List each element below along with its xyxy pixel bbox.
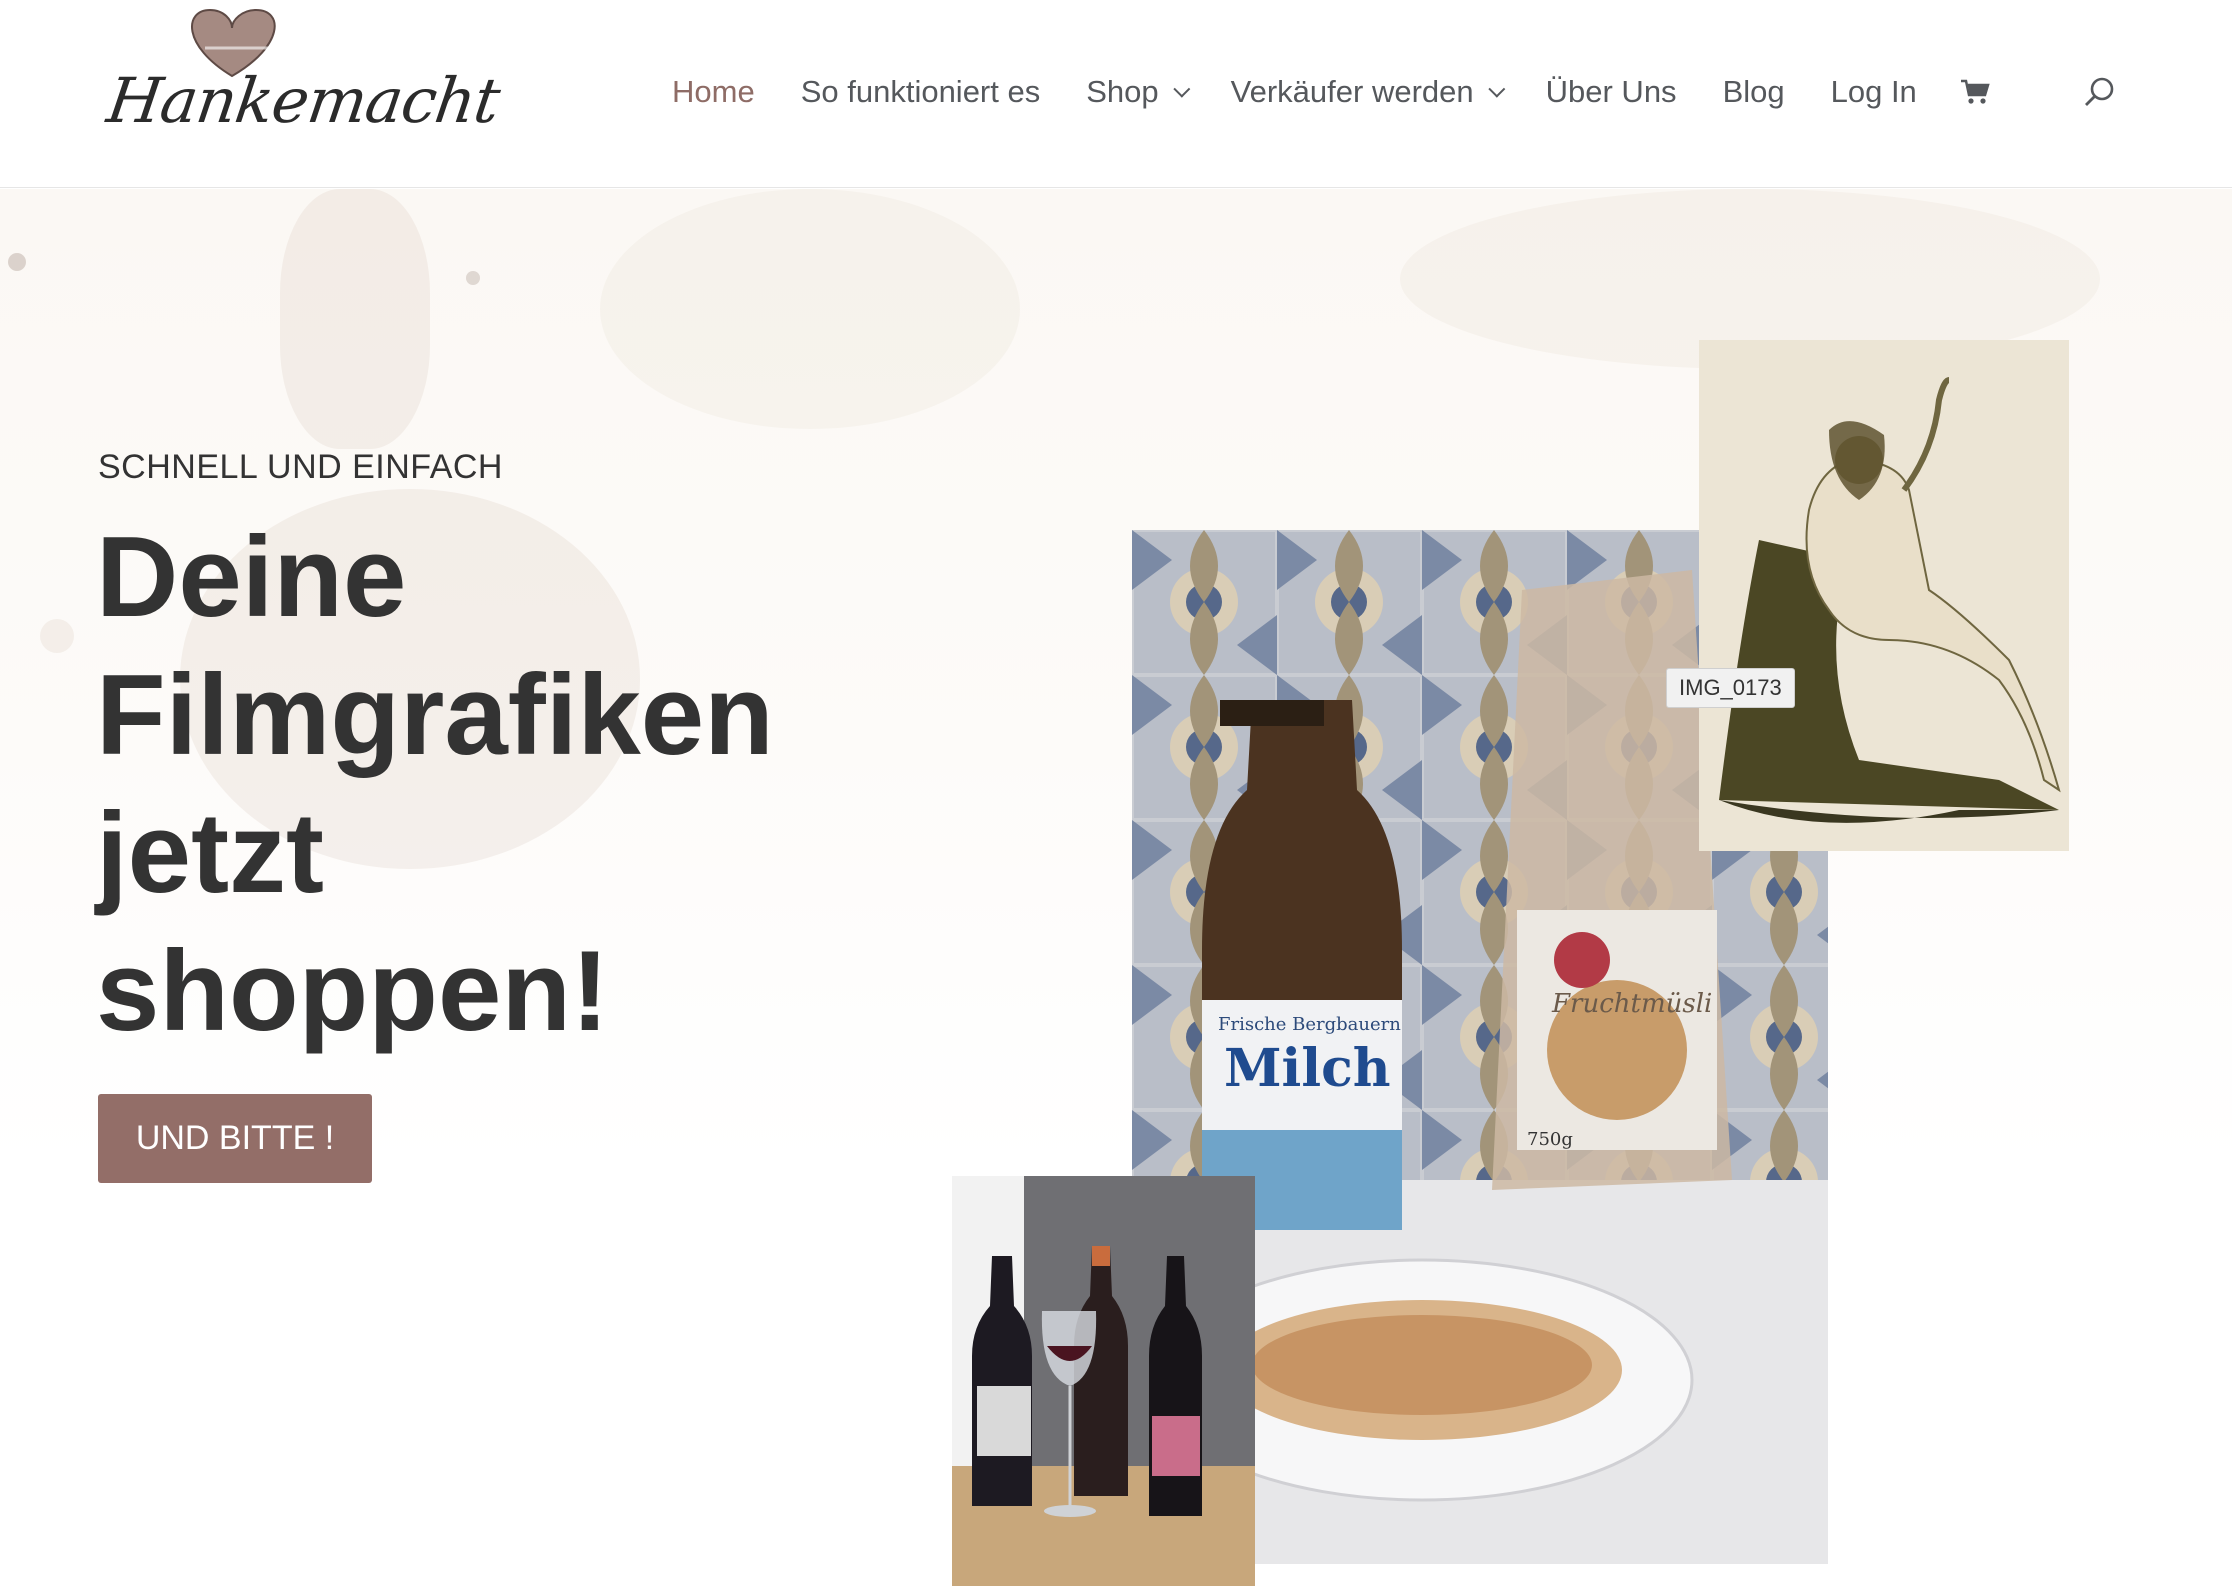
nav-shop[interactable]: Shop xyxy=(1086,74,1190,110)
nav-verkaeufer-werden[interactable]: Verkäufer werden xyxy=(1230,74,1505,110)
nav-blog-label: Blog xyxy=(1722,74,1785,109)
chevron-down-icon xyxy=(1172,80,1190,98)
milk-label-small: Frische Bergbauern xyxy=(1218,1014,1401,1035)
search-icon[interactable] xyxy=(2079,72,2119,112)
background-splash xyxy=(8,253,26,271)
hero-headline: Deine Filmgrafiken jetzt shoppen! xyxy=(96,509,856,1061)
headline-line: Filmgrafiken xyxy=(96,652,774,779)
nav-shop-label: Shop xyxy=(1086,74,1159,109)
milk-label-big: Milch xyxy=(1224,1038,1391,1099)
headline-line: jetzt xyxy=(96,790,324,917)
main-nav: Home So funktioniert es Shop Verkäufer w… xyxy=(672,70,2163,114)
nav-so-funktioniert-es-label: So funktioniert es xyxy=(800,74,1041,109)
nav-blog[interactable]: Blog xyxy=(1723,74,1785,110)
logo-text: Hankemacht xyxy=(102,64,504,137)
image-tooltip: IMG_0173 xyxy=(1666,668,1795,708)
hero-eyebrow: SCHNELL UND EINFACH xyxy=(98,448,503,486)
muesli-weight: 750g xyxy=(1527,1129,1573,1150)
hero-section: SCHNELL UND EINFACH Deine Filmgrafiken j… xyxy=(0,189,2232,1586)
nav-so-funktioniert-es[interactable]: So funktioniert es xyxy=(801,74,1041,110)
nav-ueber-uns[interactable]: Über Uns xyxy=(1546,74,1677,110)
background-splash xyxy=(466,271,480,285)
cta-button[interactable]: UND BITTE ! xyxy=(98,1094,372,1183)
figure-drawing-photo xyxy=(1699,340,2069,851)
muesli-label: Fruchtmüsli xyxy=(1551,989,1712,1019)
background-splash xyxy=(280,189,430,449)
cart-icon[interactable] xyxy=(1955,72,1995,112)
nav-home-label: Home xyxy=(672,74,755,109)
nav-log-in[interactable]: Log In xyxy=(1831,74,1917,110)
chevron-down-icon xyxy=(1487,80,1505,98)
headline-line: Deine xyxy=(96,514,407,641)
background-splash xyxy=(40,619,74,653)
nav-home[interactable]: Home xyxy=(672,74,755,110)
site-header: Hankemacht Home So funktioniert es Shop … xyxy=(0,0,2232,188)
wine-bottles-photo xyxy=(952,1176,1255,1586)
background-splash xyxy=(600,189,1020,429)
nav-verkaeufer-werden-label: Verkäufer werden xyxy=(1230,74,1474,109)
site-logo[interactable]: Hankemacht xyxy=(103,6,504,178)
headline-line: shoppen! xyxy=(96,928,609,1055)
nav-log-in-label: Log In xyxy=(1830,74,1917,109)
nav-ueber-uns-label: Über Uns xyxy=(1545,74,1677,109)
